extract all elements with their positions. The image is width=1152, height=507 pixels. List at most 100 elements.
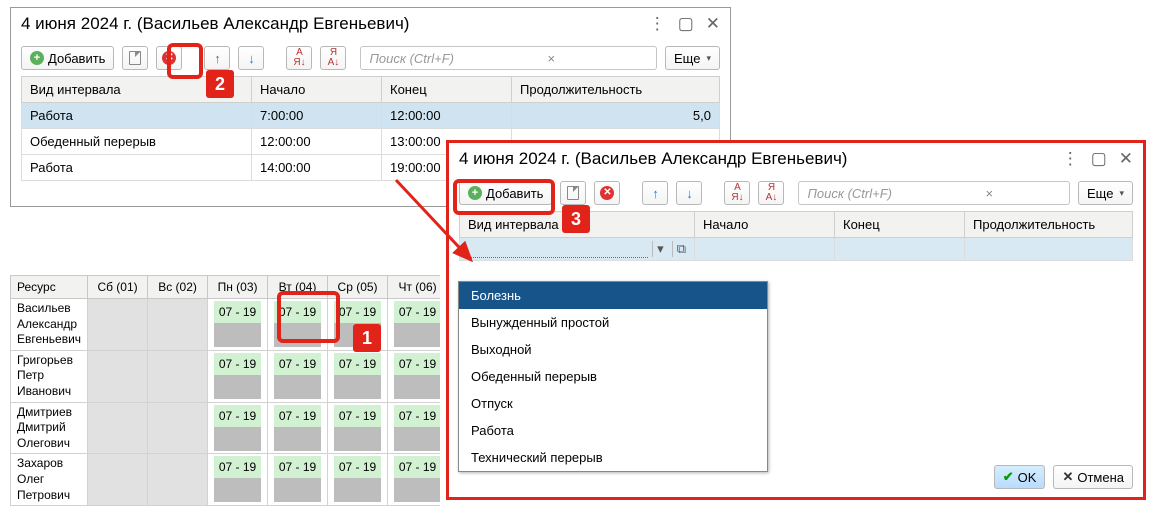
ok-button[interactable]: ✔ OK (994, 465, 1046, 489)
window-title: 4 июня 2024 г. (Васильев Александр Евген… (21, 14, 409, 34)
window-title: 4 июня 2024 г. (Васильев Александр Евген… (459, 149, 847, 169)
col-start[interactable]: Начало (695, 212, 835, 238)
col-end[interactable]: Конец (835, 212, 965, 238)
type-field[interactable] (464, 240, 648, 258)
close-icon[interactable]: ✕ (1119, 149, 1133, 169)
sort-desc-icon: ЯА↓ (328, 48, 340, 68)
schedule-cell[interactable]: 07 - 19 (208, 350, 268, 402)
annotation-arrow (386, 170, 486, 270)
table-row[interactable]: Работа 7:00:00 12:00:00 5,0 (22, 103, 720, 129)
table-row[interactable]: ▾ ⧉ (460, 238, 1133, 261)
col-dur[interactable]: Продолжительность (512, 77, 720, 103)
intervals-table: Вид интервала Начало Конец Продолжительн… (459, 211, 1133, 261)
move-up-button[interactable]: ↑ (204, 46, 230, 70)
schedule-cell[interactable]: 07 - 19 (268, 402, 328, 454)
sort-desc-button[interactable]: ЯА↓ (758, 181, 784, 205)
sort-asc-icon: АЯ↓ (731, 183, 743, 203)
kebab-icon[interactable]: ⋮ (1062, 149, 1079, 169)
kebab-icon[interactable]: ⋮ (649, 14, 666, 34)
type-dropdown: Болезнь Вынужденный простой Выходной Обе… (458, 281, 768, 472)
col-dur[interactable]: Продолжительность (965, 212, 1133, 238)
search-input[interactable] (799, 183, 979, 204)
search-box: × (360, 46, 657, 70)
toolbar: + Добавить ✕ ↑ ↓ АЯ↓ ЯА↓ × Еще▾ (11, 40, 730, 76)
schedule-cell[interactable]: 07 - 19 (328, 454, 388, 506)
dropdown-arrow-icon[interactable]: ▾ (652, 241, 668, 257)
cancel-button[interactable]: ✕ Отмена (1053, 465, 1133, 489)
col-day[interactable]: Вс (02) (148, 276, 208, 299)
dropdown-item[interactable]: Вынужденный простой (459, 309, 767, 336)
schedule-cell[interactable]: 07 - 19 (208, 454, 268, 506)
clear-search-icon[interactable]: × (979, 186, 999, 201)
schedule-cell[interactable]: 07 - 19 (388, 350, 440, 402)
col-day[interactable]: Пн (03) (208, 276, 268, 299)
arrow-up-icon: ↑ (214, 51, 221, 66)
schedule-cell[interactable]: 07 - 19 (208, 402, 268, 454)
chevron-down-icon: ▾ (706, 53, 711, 64)
schedule-cell[interactable]: 07 - 19 (268, 299, 328, 351)
dropdown-item[interactable]: Болезнь (459, 282, 767, 309)
type-input-cell[interactable]: ▾ ⧉ (460, 238, 695, 261)
schedule-cell[interactable]: 07 - 19 (328, 402, 388, 454)
dropdown-item[interactable]: Выходной (459, 336, 767, 363)
dropdown-item[interactable]: Работа (459, 417, 767, 444)
toolbar: + Добавить ✕ ↑ ↓ АЯ↓ ЯА↓ × Еще▾ (449, 175, 1143, 211)
chevron-down-icon: ▾ (1119, 188, 1124, 199)
schedule-cell[interactable]: 07 - 19 (268, 454, 328, 506)
col-day[interactable]: Сб (01) (88, 276, 148, 299)
window-title-bar: 4 июня 2024 г. (Васильев Александр Евген… (449, 143, 1143, 175)
search-input[interactable] (361, 48, 541, 69)
move-down-button[interactable]: ↓ (238, 46, 264, 70)
open-picker-icon[interactable]: ⧉ (672, 241, 690, 257)
sort-asc-icon: АЯ↓ (293, 48, 305, 68)
maximize-icon[interactable]: ▢ (678, 14, 694, 34)
badge-3: 3 (562, 205, 590, 233)
schedule-row[interactable]: Дмитриев Дмитрий Олегович 07 - 19 07 - 1… (11, 402, 441, 454)
badge-1: 1 (353, 324, 381, 352)
dropdown-item[interactable]: Обеденный перерыв (459, 363, 767, 390)
delete-button[interactable]: ✕ (594, 181, 620, 205)
close-icon[interactable]: ✕ (706, 14, 720, 34)
dropdown-item[interactable]: Технический перерыв (459, 444, 767, 471)
maximize-icon[interactable]: ▢ (1091, 149, 1107, 169)
schedule-cell[interactable]: 07 - 19 (388, 299, 440, 351)
move-down-button[interactable]: ↓ (676, 181, 702, 205)
delete-icon: ✕ (162, 51, 176, 65)
schedule-cell[interactable]: 07 - 19 (328, 350, 388, 402)
clear-search-icon[interactable]: × (541, 51, 561, 66)
delete-button[interactable]: ✕ (156, 46, 182, 70)
schedule-row[interactable]: Григорьев Петр Иванович 07 - 19 07 - 19 … (11, 350, 441, 402)
col-end[interactable]: Конец (382, 77, 512, 103)
cancel-icon: ✕ (1062, 469, 1073, 485)
schedule-cell[interactable]: 07 - 19 (388, 454, 440, 506)
move-up-button[interactable]: ↑ (642, 181, 668, 205)
window-title-bar: 4 июня 2024 г. (Васильев Александр Евген… (11, 8, 730, 40)
col-resource[interactable]: Ресурс (11, 276, 88, 299)
col-day[interactable]: Вт (04) (268, 276, 328, 299)
schedule-cell[interactable]: 07 - 19 (268, 350, 328, 402)
check-icon: ✔ (1003, 469, 1014, 485)
schedule-row[interactable]: Захаров Олег Петрович 07 - 19 07 - 19 07… (11, 454, 441, 506)
more-button[interactable]: Еще▾ (1078, 181, 1133, 205)
arrow-down-icon: ↓ (248, 51, 255, 66)
dropdown-item[interactable]: Отпуск (459, 390, 767, 417)
add-button[interactable]: + Добавить (21, 46, 114, 70)
sort-desc-icon: ЯА↓ (766, 183, 778, 203)
col-start[interactable]: Начало (252, 77, 382, 103)
copy-button[interactable] (560, 181, 586, 205)
copy-button[interactable] (122, 46, 148, 70)
doc-icon (567, 186, 579, 200)
schedule-table: Ресурс Сб (01) Вс (02) Пн (03) Вт (04) С… (10, 275, 440, 506)
sort-desc-button[interactable]: ЯА↓ (320, 46, 346, 70)
col-day[interactable]: Ср (05) (328, 276, 388, 299)
sort-asc-button[interactable]: АЯ↓ (724, 181, 750, 205)
delete-icon: ✕ (600, 186, 614, 200)
more-button[interactable]: Еще▾ (665, 46, 720, 70)
schedule-cell[interactable]: 07 - 19 (208, 299, 268, 351)
badge-2: 2 (206, 70, 234, 98)
arrow-down-icon: ↓ (686, 186, 693, 201)
doc-icon (129, 51, 141, 65)
col-day[interactable]: Чт (06) (388, 276, 440, 299)
sort-asc-button[interactable]: АЯ↓ (286, 46, 312, 70)
schedule-cell[interactable]: 07 - 19 (388, 402, 440, 454)
